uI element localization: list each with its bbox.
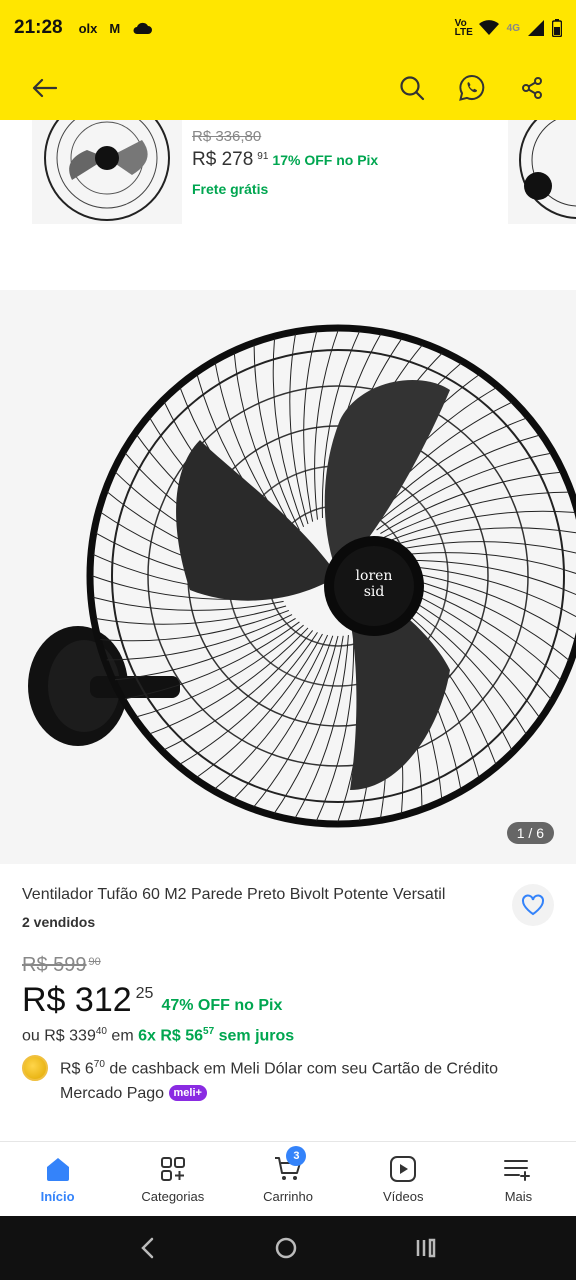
installment-connector: em xyxy=(106,1027,139,1045)
search-button[interactable] xyxy=(392,68,432,108)
nav-label-cart: Carrinho xyxy=(263,1188,313,1204)
nav-item-categories[interactable]: Categorias xyxy=(115,1142,230,1216)
system-back-icon[interactable] xyxy=(138,1236,158,1260)
installment-suffix: sem juros xyxy=(214,1027,295,1045)
related-price-cents: 91 xyxy=(257,151,269,162)
status-bar: 21:28 olx M Vo LTE 4G xyxy=(0,0,576,56)
cloud-icon xyxy=(133,22,153,34)
cart-count-badge: 3 xyxy=(286,1146,307,1166)
original-price: R$ 599 90 xyxy=(22,954,554,977)
cashback-info[interactable]: R$ 670 de cashback em Meli Dólar com seu… xyxy=(22,1053,554,1105)
app-bar xyxy=(0,56,576,120)
nav-item-more[interactable]: Mais xyxy=(461,1142,576,1216)
heart-icon xyxy=(522,894,544,916)
categories-icon xyxy=(160,1156,185,1181)
fan-cage-wire xyxy=(383,491,570,538)
system-navigation-bar xyxy=(0,1216,576,1280)
nav-label-categories: Categorias xyxy=(141,1188,205,1204)
related-product-image[interactable] xyxy=(32,120,182,224)
nav-label-videos: Vídeos xyxy=(382,1188,424,1204)
image-pager: 1 / 6 xyxy=(506,822,554,844)
fan-cage-wire xyxy=(214,634,329,790)
related-product-image-next[interactable] xyxy=(508,120,576,224)
wall-fan-image: loren sid xyxy=(28,324,576,828)
original-price-cents: 90 xyxy=(88,956,101,968)
volte-indicator: Vo LTE xyxy=(454,18,473,38)
share-button[interactable] xyxy=(512,68,552,108)
fan-cage-wire xyxy=(196,633,323,778)
installments-info[interactable]: ou R$ 33940 em 6x R$ 5657 sem juros xyxy=(22,1026,554,1045)
fan-thumbnail xyxy=(44,120,170,221)
search-icon xyxy=(400,76,425,101)
video-icon xyxy=(390,1155,417,1182)
nav-label-home: Início xyxy=(40,1188,75,1204)
fan-cage-wire xyxy=(100,609,290,642)
fan-cage-wire xyxy=(272,338,305,528)
related-product-info[interactable]: R$ 336,80 R$ 278 91 17% OFF no Pix Frete… xyxy=(192,128,378,197)
current-price-cents: 25 xyxy=(135,985,154,1002)
olx-notification-icon: olx xyxy=(78,20,98,36)
product-info: Ventilador Tufão 60 M2 Parede Preto Bivo… xyxy=(22,884,554,1106)
back-button[interactable] xyxy=(24,68,64,108)
wifi-icon xyxy=(478,20,499,35)
fan-thumbnail-next xyxy=(519,120,576,219)
nav-label-more: Mais xyxy=(504,1188,533,1204)
signal-icon xyxy=(528,20,544,36)
nav-item-home[interactable]: Início xyxy=(0,1142,115,1216)
whatsapp-share-button[interactable] xyxy=(452,68,492,108)
meli-dollar-coin-icon xyxy=(22,1055,48,1082)
installment-total: ou R$ 339 xyxy=(22,1027,96,1045)
fan-cage-wire xyxy=(315,633,355,822)
system-recents-icon[interactable] xyxy=(414,1236,438,1260)
status-time: 21:28 xyxy=(14,17,63,38)
nav-item-cart[interactable]: 3 Carrinho xyxy=(230,1142,345,1216)
network-type: 4G xyxy=(506,22,520,34)
fan-cage-wire xyxy=(106,614,293,661)
fan-cage-wire xyxy=(136,624,304,718)
related-price: R$ 278 91 17% OFF no Pix xyxy=(192,149,378,171)
arrow-left-icon xyxy=(32,78,57,98)
cashback-text: R$ 670 de cashback em Meli Dólar com seu… xyxy=(60,1053,554,1105)
nav-item-videos[interactable]: Vídeos xyxy=(346,1142,461,1216)
installment-total-cents: 40 xyxy=(95,1026,107,1037)
cashback-amount: R$ 6 xyxy=(60,1060,94,1078)
installment-plan-cents: 57 xyxy=(203,1026,215,1037)
cashback-description: de cashback em Meli Dólar com seu Cartão… xyxy=(60,1060,498,1102)
related-discount: 17% OFF no Pix xyxy=(272,152,379,168)
brand-logo-text: loren xyxy=(356,568,393,584)
sold-count: 2 vendidos xyxy=(22,914,96,930)
bottom-navigation: Início Categorias 3 Carrinho Vídeos Mais xyxy=(0,1141,576,1216)
menu-plus-icon xyxy=(504,1159,531,1181)
status-notifications: olx M xyxy=(79,21,153,36)
product-image-gallery[interactable]: loren sid 1 / 6 xyxy=(0,290,576,864)
whatsapp-icon xyxy=(459,74,485,101)
installment-plan: 6x R$ 56 xyxy=(138,1027,204,1045)
cashback-amount-cents: 70 xyxy=(93,1059,105,1071)
current-price-main: R$ 312 xyxy=(22,981,132,1019)
fan-cage-wire xyxy=(233,635,334,800)
battery-icon xyxy=(552,19,562,37)
meli-plus-badge: meli+ xyxy=(168,1085,207,1102)
svg-text:sid: sid xyxy=(364,584,385,600)
share-icon xyxy=(522,77,542,99)
related-shipping: Frete grátis xyxy=(192,181,269,197)
favorite-button[interactable] xyxy=(512,884,554,926)
fan-cage-wire xyxy=(114,617,296,681)
discount-label: 47% OFF no Pix xyxy=(161,997,283,1014)
original-price-main: R$ 599 xyxy=(22,954,87,976)
current-price: R$ 312 25 47% OFF no Pix xyxy=(22,981,554,1020)
system-home-icon[interactable] xyxy=(274,1236,298,1260)
home-icon xyxy=(46,1157,69,1181)
fan-cage-wire xyxy=(380,471,562,535)
fan-cage-wire xyxy=(386,510,576,543)
related-old-price: R$ 336,80 xyxy=(192,128,262,145)
related-price-main: R$ 278 xyxy=(192,149,254,170)
product-title: Ventilador Tufão 60 M2 Parede Preto Bivo… xyxy=(22,886,446,903)
related-products-strip: R$ 336,80 R$ 278 91 17% OFF no Pix Frete… xyxy=(0,120,576,230)
gmail-notification-icon: M xyxy=(109,20,121,36)
status-right: Vo LTE 4G xyxy=(454,18,562,38)
